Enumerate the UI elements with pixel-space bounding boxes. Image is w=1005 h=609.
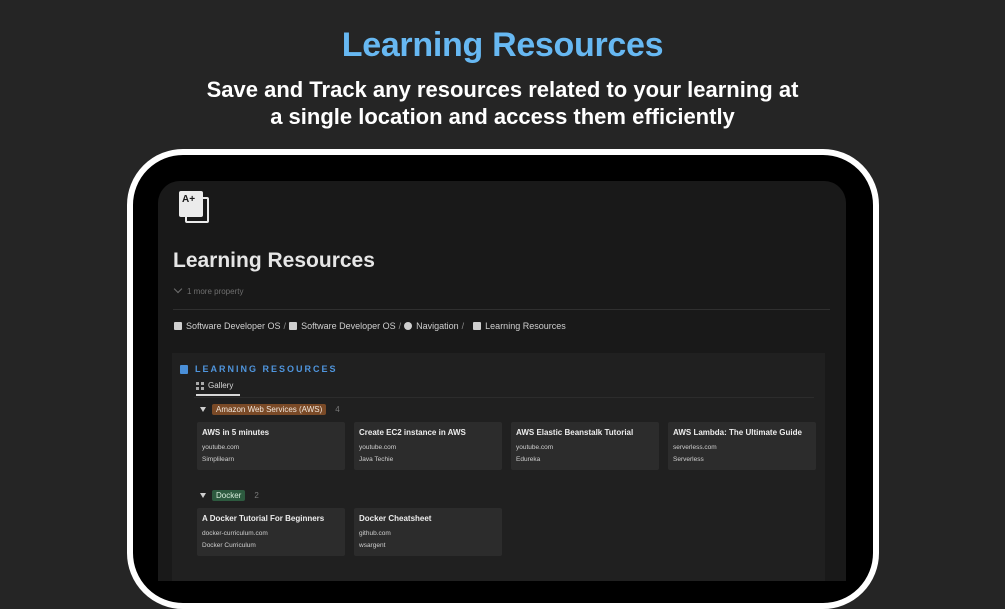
page-title[interactable]: Learning Resources (173, 249, 375, 273)
breadcrumb-label: Navigation (416, 321, 459, 331)
tab-gallery-label: Gallery (208, 381, 234, 390)
database-title[interactable]: LEARNING RESOURCES (180, 364, 338, 374)
breadcrumb: Software Developer OS / Software Develop… (174, 321, 566, 331)
learning-resources-database: LEARNING RESOURCES Gallery Amazon Web Se… (172, 353, 825, 581)
group-header-docker[interactable]: Docker 2 (200, 490, 259, 501)
breadcrumb-item[interactable]: Navigation (404, 321, 459, 331)
caret-down-icon (200, 407, 206, 412)
group-header-aws[interactable]: Amazon Web Services (AWS) 4 (200, 404, 340, 415)
group-tag: Docker (212, 490, 246, 501)
breadcrumb-label: Software Developer OS (301, 321, 396, 331)
card-url: docker-curriculum.com (202, 530, 268, 537)
more-properties-label: 1 more property (187, 287, 244, 296)
breadcrumb-separator: / (398, 321, 402, 331)
gallery-card[interactable]: AWS Lambda: The Ultimate Guide serverles… (668, 422, 816, 470)
breadcrumb-separator: / (283, 321, 287, 331)
page-emoji-icon[interactable]: A+ (179, 191, 209, 223)
database-icon (180, 364, 188, 374)
database-title-text: LEARNING RESOURCES (195, 364, 338, 374)
breadcrumb-item[interactable]: Software Developer OS (174, 321, 281, 331)
gallery-grid-icon (196, 381, 204, 390)
group-count: 2 (254, 491, 259, 500)
more-properties-toggle[interactable]: 1 more property (173, 284, 244, 296)
compass-icon (404, 322, 413, 330)
card-url: youtube.com (202, 444, 240, 451)
document-icon (473, 322, 482, 330)
card-author: Edureka (516, 456, 541, 463)
notion-page: A+ Learning Resources 1 more property So… (158, 181, 846, 581)
card-url: youtube.com (359, 444, 397, 451)
card-title: Docker Cheatsheet (359, 514, 432, 523)
card-author: Java Techie (359, 456, 394, 463)
tab-gallery[interactable]: Gallery (196, 381, 240, 396)
gallery-card[interactable]: AWS in 5 minutes youtube.com Simplilearn (197, 422, 345, 470)
chevron-down-icon (173, 284, 183, 294)
group-tag: Amazon Web Services (AWS) (212, 404, 327, 415)
divider (173, 309, 830, 310)
card-title: AWS in 5 minutes (202, 428, 270, 437)
breadcrumb-label: Software Developer OS (186, 321, 281, 331)
page-icon (289, 322, 298, 330)
card-title: AWS Elastic Beanstalk Tutorial (516, 428, 634, 437)
card-url: youtube.com (516, 444, 554, 451)
breadcrumb-label: Learning Resources (485, 321, 566, 331)
card-title: AWS Lambda: The Ultimate Guide (673, 428, 802, 437)
gallery-card[interactable]: A Docker Tutorial For Beginners docker-c… (197, 508, 345, 556)
breadcrumb-item[interactable]: Learning Resources (473, 321, 566, 331)
hero-title: Learning Resources (341, 26, 664, 64)
hero-subtitle-line-1: Save and Track any resources related to … (206, 77, 799, 102)
card-title: A Docker Tutorial For Beginners (202, 514, 325, 523)
card-url: serverless.com (673, 444, 717, 451)
card-url: github.com (359, 530, 391, 537)
card-author: wsargent (359, 542, 386, 549)
view-divider (194, 397, 814, 398)
breadcrumb-item[interactable]: Software Developer OS (289, 321, 396, 331)
card-author: Docker Curriculum (202, 542, 256, 549)
gallery-card[interactable]: Docker Cheatsheet github.com wsargent (354, 508, 502, 556)
card-author: Simplilearn (202, 456, 235, 463)
page-icon (174, 322, 182, 330)
card-title: Create EC2 instance in AWS (359, 428, 466, 437)
gallery-card[interactable]: AWS Elastic Beanstalk Tutorial youtube.c… (511, 422, 659, 470)
card-author: Serverless (673, 456, 704, 463)
group-count: 4 (335, 405, 340, 414)
caret-down-icon (200, 493, 206, 498)
breadcrumb-separator: / (461, 321, 465, 331)
hero-subtitle: Save and Track any resources related to … (0, 76, 1005, 130)
gallery-card[interactable]: Create EC2 instance in AWS youtube.com J… (354, 422, 502, 470)
page-icon-text: A+ (179, 191, 203, 217)
hero-subtitle-line-2: a single location and access them effici… (270, 104, 735, 129)
